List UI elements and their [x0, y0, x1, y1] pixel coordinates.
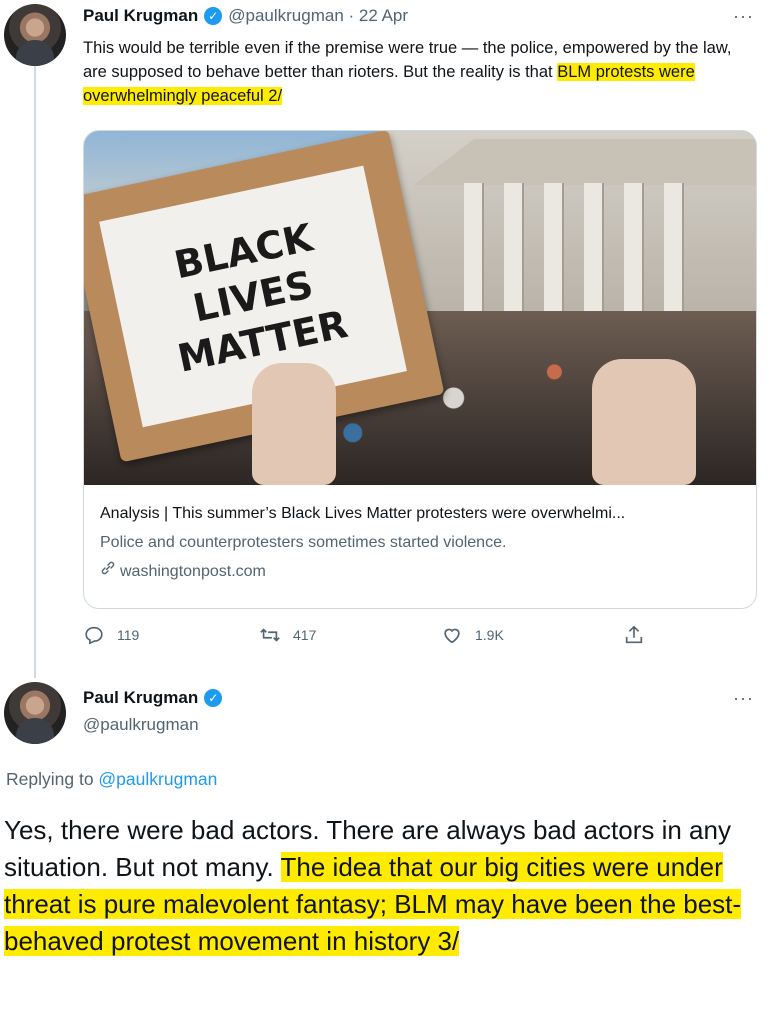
- verified-badge-icon: ✓: [204, 7, 223, 25]
- reply-icon: [85, 626, 103, 645]
- share-icon: [625, 625, 643, 644]
- card-image: BLACK LIVES MATTER: [84, 131, 756, 485]
- link-icon: [100, 557, 116, 586]
- avatar[interactable]: [4, 4, 66, 66]
- building-column: [664, 183, 684, 323]
- verified-badge-icon: ✓: [204, 689, 223, 707]
- retweet-button[interactable]: 417: [259, 624, 316, 646]
- reply-count: 119: [117, 627, 140, 643]
- building-column: [624, 183, 644, 323]
- replying-prefix: Replying to: [6, 769, 99, 789]
- card-description: Police and counterprotesters sometimes s…: [100, 534, 507, 551]
- thread-connector-line: [34, 66, 36, 678]
- retweet-count: 417: [293, 627, 317, 643]
- more-icon[interactable]: ···: [733, 688, 754, 709]
- share-button[interactable]: [623, 624, 645, 646]
- more-icon[interactable]: ···: [733, 6, 754, 27]
- avatar[interactable]: [4, 682, 66, 744]
- tweet-header: Paul Krugman ✓: [83, 688, 223, 708]
- tweet-actions: 119 417 1.9K: [83, 624, 755, 652]
- replying-to: Replying to @paulkrugman: [6, 769, 217, 790]
- card-title: Analysis | This summer’s Black Lives Mat…: [100, 505, 626, 522]
- raised-fist-right: [592, 359, 696, 485]
- raised-fist-left: [252, 363, 336, 485]
- retweet-icon: [260, 628, 280, 642]
- card-domain: washingtonpost.com: [120, 563, 266, 580]
- tweet-text: Yes, there were bad actors. There are al…: [4, 812, 764, 960]
- author-handle[interactable]: @paulkrugman: [83, 715, 199, 735]
- like-icon: [444, 628, 460, 644]
- author-name[interactable]: Paul Krugman: [83, 688, 198, 708]
- author-name[interactable]: Paul Krugman: [83, 6, 198, 26]
- like-button[interactable]: 1.9K: [441, 624, 504, 646]
- link-card[interactable]: BLACK LIVES MATTER Analysis | This summe…: [83, 130, 757, 609]
- building-column: [464, 183, 484, 323]
- building-column: [584, 183, 604, 323]
- building-column: [504, 183, 524, 323]
- building-pediment: [414, 139, 756, 185]
- card-domain-row: washingtonpost.com: [100, 557, 740, 586]
- author-handle-date[interactable]: @paulkrugman · 22 Apr: [228, 6, 408, 26]
- building-column: [544, 183, 564, 323]
- replying-handle-link[interactable]: @paulkrugman: [98, 769, 217, 789]
- tweet-text: This would be terrible even if the premi…: [83, 36, 755, 108]
- card-body: Analysis | This summer’s Black Lives Mat…: [84, 485, 756, 586]
- reply-button[interactable]: 119: [83, 624, 139, 646]
- like-count: 1.9K: [475, 627, 504, 643]
- tweet-header: Paul Krugman ✓ @paulkrugman · 22 Apr: [83, 6, 408, 26]
